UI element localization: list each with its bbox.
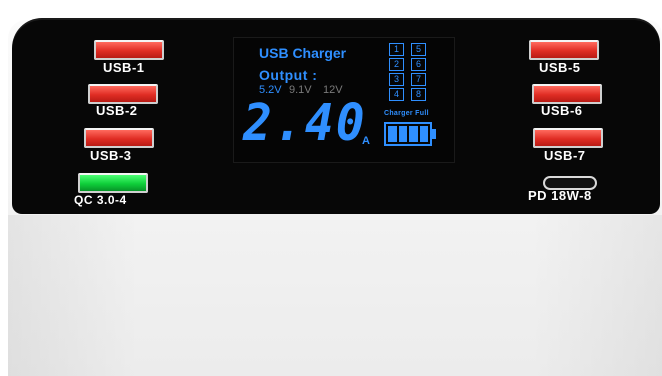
usb-6-port <box>532 84 602 104</box>
battery-cell <box>388 126 397 142</box>
pd-18w-8-label: PD 18W-8 <box>528 188 592 203</box>
port-number-1: 1 <box>389 43 404 56</box>
qc-3-0-4-port <box>78 173 148 193</box>
battery-tip <box>432 129 436 139</box>
port-number-5: 5 <box>411 43 426 56</box>
qc-3-0-4-label: QC 3.0-4 <box>74 193 127 207</box>
usb-7-port <box>533 128 603 148</box>
port-number-2: 2 <box>389 58 404 71</box>
port-number-3: 3 <box>389 73 404 86</box>
usb-2-port <box>88 84 158 104</box>
battery-cell <box>409 126 418 142</box>
usb-5-label: USB-5 <box>539 60 581 75</box>
port-number-6: 6 <box>411 58 426 71</box>
lcd-title: USB Charger <box>259 45 347 61</box>
usb-3-port <box>84 128 154 148</box>
usb-1-port <box>94 40 164 60</box>
current-unit: A <box>362 135 370 147</box>
port-number-4: 4 <box>389 88 404 101</box>
battery-icon <box>384 122 432 146</box>
battery-cell <box>419 126 428 142</box>
lcd-output-label: Output : <box>259 67 318 83</box>
housing-shading <box>8 215 662 376</box>
usb-7-label: USB-7 <box>544 148 586 163</box>
usb-1-label: USB-1 <box>103 60 145 75</box>
charger-full-label: Charger Full <box>384 110 429 117</box>
port-number-8: 8 <box>411 88 426 101</box>
usb-6-label: USB-6 <box>541 103 583 118</box>
current-reading: 2.40 <box>243 93 367 153</box>
usb-2-label: USB-2 <box>96 103 138 118</box>
port-number-7: 7 <box>411 73 426 86</box>
battery-cell <box>398 126 407 142</box>
usb-5-port <box>529 40 599 60</box>
usb-3-label: USB-3 <box>90 148 132 163</box>
